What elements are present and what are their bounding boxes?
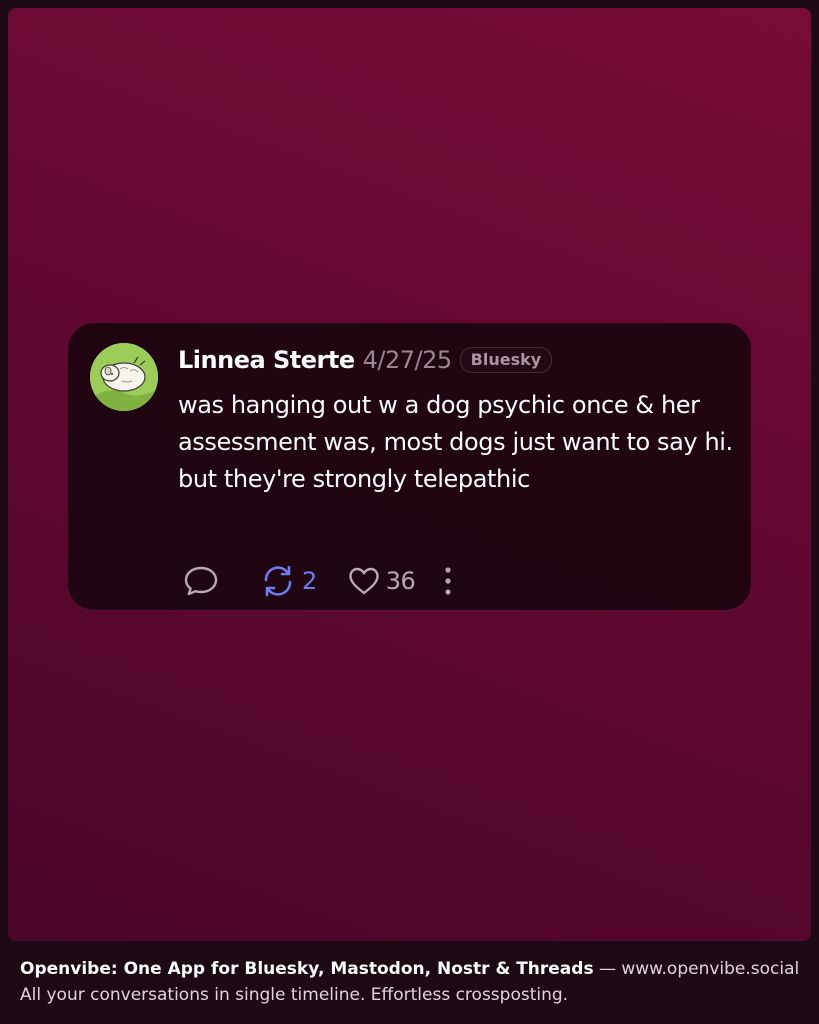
post-canvas: Linnea Sterte 4/27/25 Bluesky was hangin… [8, 8, 811, 941]
screenshot-frame: Linnea Sterte 4/27/25 Bluesky was hangin… [0, 0, 819, 1024]
speech-bubble-icon [184, 566, 218, 596]
vertical-ellipsis-icon [445, 567, 451, 595]
repost-button[interactable]: 2 [259, 563, 317, 599]
footer-tagline: All your conversations in single timelin… [20, 985, 569, 1005]
footer-line-1: Openvibe: One App for Bluesky, Mastodon,… [20, 956, 810, 982]
promo-footer: Openvibe: One App for Bluesky, Mastodon,… [20, 956, 810, 1008]
post-date[interactable]: 4/27/25 [363, 346, 453, 374]
post-text: was hanging out w a dog psychic once & h… [178, 391, 733, 493]
more-options-button[interactable] [441, 565, 455, 597]
like-count: 36 [385, 567, 416, 595]
post-header: Linnea Sterte 4/27/25 Bluesky [178, 343, 553, 377]
reply-button[interactable] [183, 564, 219, 598]
heart-icon [349, 567, 379, 595]
footer-url-link[interactable]: www.openvibe.social [621, 959, 799, 979]
dog-illustration-avatar-icon [90, 343, 158, 411]
post-actions: 2 36 [183, 561, 455, 601]
author-name[interactable]: Linnea Sterte [178, 346, 355, 374]
repost-count: 2 [302, 567, 317, 595]
footer-title: Openvibe: One App for Bluesky, Mastodon,… [20, 959, 594, 979]
repost-arrows-icon [264, 565, 292, 597]
network-badge: Bluesky [459, 347, 553, 373]
footer-separator: — [593, 959, 622, 979]
avatar[interactable] [90, 343, 158, 411]
post-card[interactable]: Linnea Sterte 4/27/25 Bluesky was hangin… [68, 323, 751, 610]
like-button[interactable]: 36 [347, 565, 416, 597]
